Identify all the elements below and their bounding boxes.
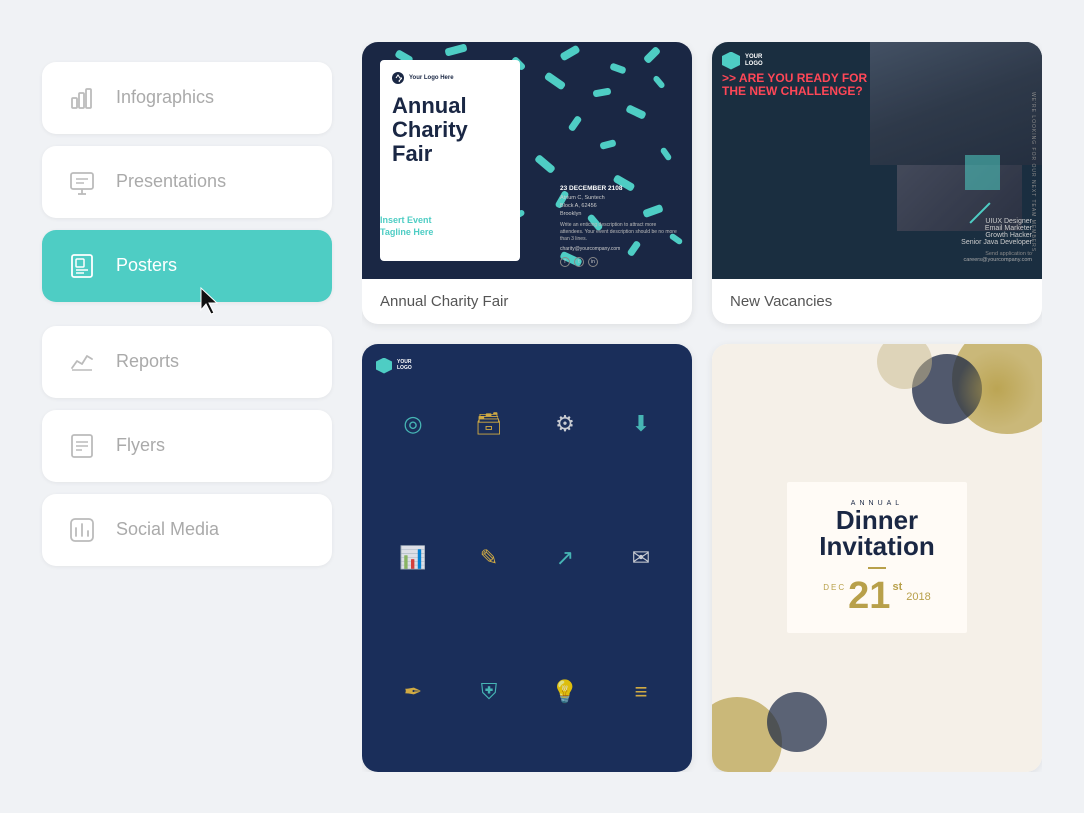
sidebar-item-label: Infographics <box>116 87 214 108</box>
sidebar-item-label: Flyers <box>116 435 165 456</box>
dinner-poster-image: ANNUAL Dinner Invitation DEC 21 st 2018 <box>712 344 1042 772</box>
role-3: Growth Hacker <box>961 232 1032 239</box>
charity-poster-image: Your Logo Here Annual Charity Fair Inser… <box>362 42 692 279</box>
vacancies-logo-text: YOUR LOGO <box>745 54 763 67</box>
poster-icon <box>64 248 100 284</box>
bar-chart-icon <box>64 80 100 116</box>
dinner-circle-navy-bl <box>767 692 827 752</box>
presentation-icon <box>64 164 100 200</box>
flyers-icon <box>64 428 100 464</box>
social-icon <box>64 512 100 548</box>
sidebar-item-presentations[interactable]: Presentations <box>42 146 332 218</box>
tech-icon-chart: 📊 <box>382 498 444 618</box>
tech-icon-settings: ⚙ <box>534 364 596 484</box>
tech-poster-image: YOUR LOGO ◎ 🗃 ⚙ ⬇ 📊 ✎ ↗ ✉ ✒ <box>362 344 692 772</box>
dinner-watercolor-1 <box>957 349 1037 429</box>
vacancies-teal-accent <box>965 155 1000 190</box>
dinner-divider <box>868 567 886 569</box>
tech-icon-arrow: ↗ <box>534 498 596 618</box>
social-icon-1: f <box>560 257 570 267</box>
charity-venue: Atrium C, SuntechBlock A, 62456Brooklyn <box>560 194 680 219</box>
vacancies-headline: >> ARE YOU READY FOR THE NEW CHALLENGE? <box>722 72 877 98</box>
sidebar-item-label: Reports <box>116 351 179 372</box>
tech-icon-pencil: ✎ <box>458 498 520 618</box>
vacancies-logo-hex <box>722 52 740 70</box>
dinner-inner-card: ANNUAL Dinner Invitation DEC 21 st 2018 <box>787 482 967 633</box>
tech-icon-pie: ◎ <box>382 364 444 484</box>
sidebar-item-infographics[interactable]: Infographics <box>42 62 332 134</box>
card-label-charity: Annual Charity Fair <box>362 279 692 324</box>
sidebar-item-social-media[interactable]: Social Media <box>42 494 332 566</box>
tech-icon-list: ≡ <box>610 632 672 752</box>
vacancies-roles: UIUX Designer Email Marketer Growth Hack… <box>961 218 1032 263</box>
role-4: Senior Java Developer <box>961 239 1032 246</box>
tech-icon-download: ⬇ <box>610 364 672 484</box>
dinner-year: 2018 <box>906 591 930 603</box>
card-label-vacancies: New Vacancies <box>712 279 1042 324</box>
sidebar-item-label: Posters <box>116 255 177 276</box>
card-tech-poster[interactable]: YOUR LOGO ◎ 🗃 ⚙ ⬇ 📊 ✎ ↗ ✉ ✒ <box>362 344 692 772</box>
role-2: Email Marketer <box>961 225 1032 232</box>
dinner-date-row: DEC 21 st 2018 <box>811 577 943 615</box>
charity-social-links: f t in <box>560 257 680 267</box>
social-icon-3: in <box>588 257 598 267</box>
tech-icon-mail: ✉ <box>610 498 672 618</box>
tech-icons-grid: ◎ 🗃 ⚙ ⬇ 📊 ✎ ↗ ✉ ✒ ⛨ 💡 ≡ <box>362 344 692 772</box>
vacancies-email: careers@yourcompany.com <box>961 257 1032 263</box>
content-grid: Your Logo Here Annual Charity Fair Inser… <box>362 42 1042 772</box>
reports-icon <box>64 344 100 380</box>
dinner-title-line1: Dinner <box>811 507 943 533</box>
sidebar: Infographics Presentations <box>42 42 332 772</box>
charity-description: Write an enticing description to attract… <box>560 222 680 243</box>
vacancies-logo: YOUR LOGO <box>722 52 763 70</box>
dinner-dec-label: DEC <box>823 583 846 592</box>
sidebar-item-label: Presentations <box>116 171 226 192</box>
social-icon-2: t <box>574 257 584 267</box>
charity-date: 23 DECEMBER 2108 <box>560 185 680 192</box>
card-dinner-invitation[interactable]: ANNUAL Dinner Invitation DEC 21 st 2018 <box>712 344 1042 772</box>
card-new-vacancies[interactable]: YOUR LOGO >> ARE YOU READY F <box>712 42 1042 324</box>
dinner-content: ANNUAL Dinner Invitation DEC 21 st 2018 <box>787 482 967 633</box>
charity-details: 23 DECEMBER 2108 Atrium C, SuntechBlock … <box>560 185 680 267</box>
sidebar-item-reports[interactable]: Reports <box>42 326 332 398</box>
tech-icon-shield: ⛨ <box>458 632 520 752</box>
dinner-day: 21 <box>848 577 890 615</box>
role-1: UIUX Designer <box>961 218 1032 225</box>
sidebar-item-posters[interactable]: Posters <box>42 230 332 302</box>
charity-title: Annual Charity Fair <box>392 94 508 167</box>
tech-icon-bulb: 💡 <box>534 632 596 752</box>
card-annual-charity-fair[interactable]: Your Logo Here Annual Charity Fair Inser… <box>362 42 692 324</box>
charity-email: charity@yourcompany.com <box>560 246 680 252</box>
tech-icon-pen: ✒ <box>382 632 444 752</box>
dinner-title-line2: Invitation <box>811 533 943 559</box>
sidebar-item-label: Social Media <box>116 519 219 540</box>
charity-logo-text: Your Logo Here <box>409 75 454 81</box>
vacancies-photo <box>870 42 1042 165</box>
tech-icon-briefcase: 🗃 <box>458 364 520 484</box>
dinner-suffix: st <box>892 581 902 593</box>
vacancies-poster-image: YOUR LOGO >> ARE YOU READY F <box>712 42 1042 279</box>
sidebar-item-flyers[interactable]: Flyers <box>42 410 332 482</box>
charity-logo-row: Your Logo Here <box>392 72 508 84</box>
charity-tagline: Insert EventTagline Here <box>380 215 433 238</box>
